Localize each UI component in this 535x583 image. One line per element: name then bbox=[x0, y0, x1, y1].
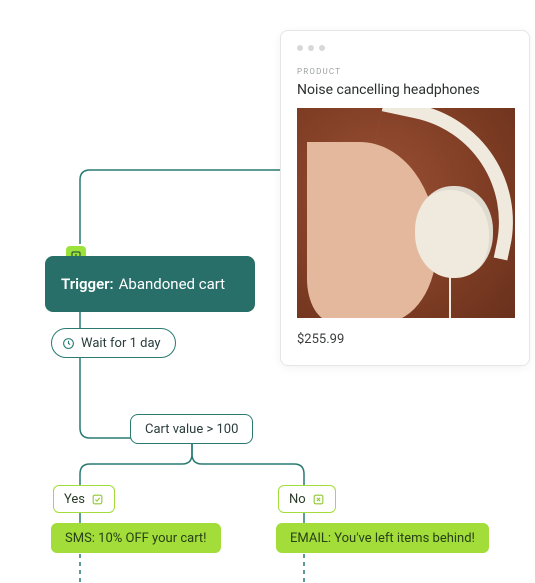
product-image bbox=[297, 108, 515, 318]
clock-icon bbox=[62, 337, 75, 350]
x-square-icon bbox=[312, 493, 325, 506]
trigger-node[interactable]: Trigger: Abandoned cart bbox=[45, 256, 255, 312]
branch-yes[interactable]: Yes bbox=[53, 485, 115, 513]
action-sms-label: SMS: 10% OFF your cart! bbox=[65, 531, 207, 546]
product-section-label: PRODUCT bbox=[297, 67, 513, 76]
product-price: $255.99 bbox=[297, 332, 513, 347]
trigger-event: Abandoned cart bbox=[119, 275, 225, 293]
wait-node[interactable]: Wait for 1 day bbox=[51, 328, 176, 358]
branch-no-label: No bbox=[289, 492, 306, 507]
product-name: Noise cancelling headphones bbox=[297, 82, 513, 98]
condition-label: Cart value > 100 bbox=[145, 422, 238, 437]
action-sms[interactable]: SMS: 10% OFF your cart! bbox=[51, 523, 221, 553]
window-dots bbox=[297, 45, 513, 51]
action-email[interactable]: EMAIL: You've left items behind! bbox=[276, 523, 489, 553]
action-email-label: EMAIL: You've left items behind! bbox=[290, 531, 475, 546]
product-card: PRODUCT Noise cancelling headphones $255… bbox=[280, 30, 530, 366]
check-square-icon bbox=[91, 493, 104, 506]
trigger-prefix: Trigger: bbox=[61, 275, 114, 293]
branch-no[interactable]: No bbox=[278, 485, 336, 513]
wait-label: Wait for 1 day bbox=[81, 336, 161, 351]
branch-yes-label: Yes bbox=[64, 492, 85, 507]
condition-node[interactable]: Cart value > 100 bbox=[130, 414, 253, 444]
